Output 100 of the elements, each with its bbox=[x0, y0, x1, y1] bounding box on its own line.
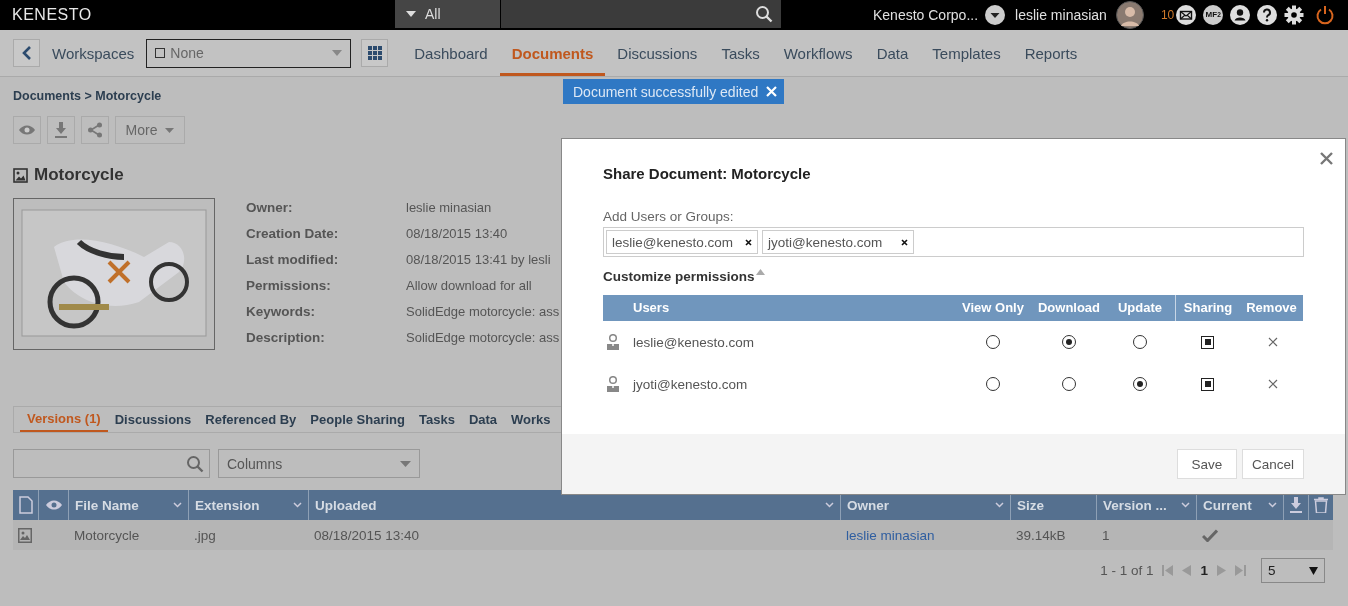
trash-icon[interactable] bbox=[1314, 497, 1328, 513]
notification-count: 10 bbox=[1160, 8, 1175, 22]
image-icon bbox=[18, 527, 32, 543]
column-header[interactable]: Current bbox=[1203, 497, 1252, 513]
caret-icon bbox=[406, 11, 416, 17]
nav-tab[interactable]: Workflows bbox=[771, 30, 865, 76]
user-token[interactable]: leslie@kenesto.com bbox=[606, 230, 758, 254]
column-header: Sharing bbox=[1175, 295, 1240, 321]
user-token[interactable]: jyoti@kenesto.com bbox=[762, 230, 914, 254]
subtab[interactable]: Data bbox=[461, 407, 505, 432]
remove-icon[interactable] bbox=[745, 238, 752, 246]
eye-icon bbox=[19, 125, 35, 135]
table-cell: 1 bbox=[1102, 527, 1110, 543]
sharing-checkbox[interactable] bbox=[1201, 377, 1214, 391]
user-icon bbox=[606, 376, 620, 392]
help-icon[interactable] bbox=[1257, 5, 1278, 25]
column-header[interactable]: Extension bbox=[195, 497, 260, 513]
search-field[interactable] bbox=[501, 0, 781, 28]
chevron-icon[interactable] bbox=[825, 502, 834, 508]
filter-search-field[interactable] bbox=[13, 449, 210, 478]
company-name[interactable]: Kenesto Corpo... bbox=[873, 7, 979, 23]
table-cell: 08/18/2015 13:40 bbox=[314, 527, 420, 543]
column-header[interactable]: File Name bbox=[75, 497, 139, 513]
search-icon[interactable] bbox=[755, 5, 773, 23]
property-label: Last modified: bbox=[246, 251, 340, 269]
caret-icon bbox=[165, 127, 175, 133]
subtab[interactable]: Tasks bbox=[412, 407, 462, 432]
dialog-button[interactable]: Save bbox=[1177, 449, 1237, 479]
page-number[interactable]: 1 bbox=[1200, 563, 1208, 578]
mf-badge[interactable]: MF$^{2}$ bbox=[1203, 5, 1224, 25]
table-cell: 39.14kB bbox=[1016, 527, 1066, 543]
caret-icon bbox=[332, 50, 343, 56]
column-header: Users bbox=[633, 299, 671, 317]
apps-grid-button[interactable] bbox=[361, 39, 389, 67]
column-header: Remove bbox=[1245, 299, 1298, 317]
remove-icon[interactable] bbox=[901, 238, 908, 246]
download-icon[interactable] bbox=[1290, 497, 1302, 513]
caret-icon bbox=[1309, 566, 1318, 575]
column-header[interactable]: Uploaded bbox=[315, 497, 377, 513]
workspace-dropdown[interactable]: None bbox=[146, 38, 352, 68]
file-icon bbox=[18, 496, 33, 514]
power-icon[interactable] bbox=[1315, 5, 1336, 25]
nav-tab[interactable]: Tasks bbox=[709, 30, 772, 76]
subtab[interactable]: Referenced By bbox=[198, 407, 304, 432]
mail-icon[interactable] bbox=[1176, 5, 1197, 25]
user-icon[interactable] bbox=[1230, 5, 1251, 25]
nav-tab[interactable]: Data bbox=[864, 30, 921, 76]
nav-tab[interactable]: Reports bbox=[1012, 30, 1090, 76]
document-title: Motorcycle bbox=[34, 165, 124, 185]
breadcrumb[interactable]: Documents > Motorcycle bbox=[13, 89, 162, 103]
settings-icon[interactable] bbox=[1284, 5, 1305, 25]
logo[interactable]: KENESTO bbox=[0, 0, 387, 30]
table-cell: Motorcycle bbox=[74, 527, 140, 543]
subtab[interactable]: Discussions bbox=[107, 407, 199, 432]
subtab[interactable]: Works bbox=[504, 407, 558, 432]
nav-tab[interactable]: Templates bbox=[920, 30, 1013, 76]
customize-permissions-toggle[interactable]: Customize permissions bbox=[603, 269, 765, 284]
chevron-icon[interactable] bbox=[1268, 502, 1277, 508]
property-label: Description: bbox=[246, 329, 326, 347]
property-label: Permissions: bbox=[246, 277, 332, 295]
avatar-icon[interactable] bbox=[1115, 1, 1144, 29]
field-label: Add Users or Groups: bbox=[603, 209, 735, 224]
table-cell: .jpg bbox=[194, 527, 216, 543]
subtab[interactable]: People Sharing bbox=[303, 407, 412, 432]
user-email: jyoti@kenesto.com bbox=[633, 376, 749, 392]
user-name[interactable]: leslie minasian bbox=[1015, 7, 1107, 23]
grid-icon bbox=[367, 46, 382, 60]
dialog-button[interactable]: Cancel bbox=[1242, 449, 1304, 479]
property-value: leslie minasian bbox=[406, 199, 493, 217]
column-header: Update bbox=[1116, 299, 1164, 317]
page-summary: 1 - 1 of 1 bbox=[1100, 563, 1154, 578]
toast-message: Document successfully edited bbox=[573, 83, 759, 100]
users-input-field[interactable]: leslie@kenesto.com jyoti@kenesto.com bbox=[603, 227, 1304, 257]
more-button[interactable]: More bbox=[115, 116, 185, 144]
workspaces-label: Workspaces bbox=[52, 44, 135, 62]
chevron-icon[interactable] bbox=[995, 502, 1004, 508]
owner-link[interactable]: leslie minasian bbox=[846, 527, 935, 543]
chevron-icon[interactable] bbox=[173, 502, 182, 508]
property-label: Keywords: bbox=[246, 303, 317, 321]
column-header[interactable]: Version ... bbox=[1103, 497, 1167, 513]
columns-dropdown[interactable]: Columns bbox=[218, 449, 420, 478]
page-size-dropdown[interactable]: 5 bbox=[1261, 558, 1325, 583]
property-label: Creation Date: bbox=[246, 225, 340, 243]
column-header[interactable]: Size bbox=[1017, 497, 1044, 513]
eye-icon[interactable] bbox=[45, 500, 62, 510]
sharing-checkbox[interactable] bbox=[1201, 335, 1214, 349]
nav-tab[interactable]: Discussions bbox=[605, 30, 710, 76]
image-icon bbox=[13, 167, 28, 183]
scope-dropdown[interactable]: All bbox=[395, 0, 500, 28]
caret-icon bbox=[400, 460, 411, 467]
dropdown-icon[interactable] bbox=[985, 5, 1006, 25]
back-button[interactable] bbox=[13, 39, 40, 67]
chevron-icon[interactable] bbox=[293, 502, 302, 508]
column-header[interactable]: Owner bbox=[847, 497, 889, 513]
user-icon bbox=[606, 334, 620, 350]
dialog-title: Share Document: Motorcycle bbox=[603, 165, 812, 182]
table-row[interactable]: Motorcycle .jpg 08/18/2015 13:40 leslie minasian 39.14kB 1 bbox=[13, 520, 1333, 550]
chevron-icon[interactable] bbox=[1181, 502, 1190, 508]
nav-tab[interactable]: Dashboard bbox=[402, 30, 500, 76]
close-icon[interactable] bbox=[1320, 152, 1333, 165]
